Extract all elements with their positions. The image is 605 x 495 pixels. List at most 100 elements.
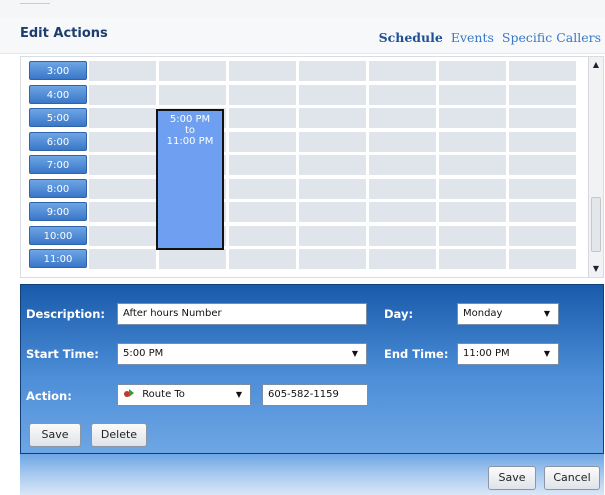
time-slot-cell[interactable] bbox=[229, 249, 297, 269]
time-slot-cell[interactable] bbox=[89, 131, 157, 152]
time-slot-cell[interactable] bbox=[509, 155, 577, 175]
scroll-up-arrow-icon[interactable]: ▲ bbox=[591, 60, 601, 70]
time-slot-cell[interactable] bbox=[439, 84, 507, 105]
day-label: Day: bbox=[384, 307, 414, 321]
time-slot-cell[interactable] bbox=[439, 249, 507, 269]
time-slot-cell[interactable] bbox=[299, 249, 367, 269]
tab-bar: Schedule Events Specific Callers bbox=[379, 30, 601, 45]
time-slot-cell[interactable] bbox=[89, 155, 157, 175]
dialog-footer: Save Cancel bbox=[20, 454, 604, 495]
dialog-save-button[interactable]: Save bbox=[488, 466, 536, 490]
time-slot-cell[interactable] bbox=[369, 178, 437, 199]
time-slot-cell[interactable] bbox=[229, 178, 297, 199]
start-time-value: 5:00 PM bbox=[123, 348, 164, 359]
event-end-time: 11:00 PM bbox=[166, 136, 214, 147]
time-slot-cell[interactable] bbox=[439, 202, 507, 222]
time-slot-cell[interactable] bbox=[229, 108, 297, 128]
time-row: 10:00 bbox=[25, 225, 587, 246]
action-select[interactable]: Route To ▼ bbox=[117, 384, 251, 406]
time-slot-cell[interactable] bbox=[299, 225, 367, 246]
time-slot-cell[interactable] bbox=[299, 155, 367, 175]
time-slot-cell[interactable] bbox=[369, 155, 437, 175]
end-time-select[interactable]: 11:00 PM ▼ bbox=[457, 343, 559, 365]
time-slot-cell[interactable] bbox=[229, 84, 297, 105]
time-slot-cell[interactable] bbox=[509, 178, 577, 199]
time-slot-cell[interactable] bbox=[439, 108, 507, 128]
time-slot-cell[interactable] bbox=[439, 131, 507, 152]
phone-number-input[interactable]: 605-582-1159 bbox=[262, 384, 368, 406]
time-slot-cell[interactable] bbox=[299, 178, 367, 199]
tab-schedule[interactable]: Schedule bbox=[379, 30, 443, 45]
time-slot-cell[interactable] bbox=[369, 225, 437, 246]
tab-specific-callers[interactable]: Specific Callers bbox=[502, 30, 601, 45]
chevron-down-icon: ▼ bbox=[543, 349, 550, 358]
description-input[interactable]: After hours Number bbox=[117, 303, 367, 325]
time-slot-cell[interactable] bbox=[509, 225, 577, 246]
time-slot-cell[interactable] bbox=[89, 108, 157, 128]
day-select-value: Monday bbox=[463, 308, 503, 319]
time-row: 4:00 bbox=[25, 84, 587, 105]
time-slot-cell[interactable] bbox=[299, 84, 367, 105]
delete-button[interactable]: Delete bbox=[91, 423, 147, 447]
scroll-down-arrow-icon[interactable]: ▼ bbox=[591, 264, 601, 274]
time-slot-cell[interactable] bbox=[159, 249, 227, 269]
time-slot-cell[interactable] bbox=[89, 249, 157, 269]
time-slot-cell[interactable] bbox=[509, 249, 577, 269]
time-slot-cell[interactable] bbox=[369, 84, 437, 105]
time-slot-cell[interactable] bbox=[299, 61, 367, 81]
time-slot-cell[interactable] bbox=[439, 155, 507, 175]
time-label: 4:00 bbox=[29, 84, 87, 104]
schedule-grid: 3:00 4:00 5:00 6:00 7:00 8:00 9:00 10:00 11:00 5… bbox=[20, 56, 604, 278]
time-label: 8:00 bbox=[29, 178, 87, 198]
time-slot-cell[interactable] bbox=[369, 61, 437, 81]
schedule-event-block[interactable]: 5:00 PM to 11:00 PM bbox=[156, 109, 224, 250]
chevron-down-icon: ▼ bbox=[235, 390, 242, 399]
time-slot-cell[interactable] bbox=[229, 202, 297, 222]
time-slot-cell[interactable] bbox=[439, 61, 507, 81]
time-slot-cell[interactable] bbox=[229, 131, 297, 152]
time-slot-cell[interactable] bbox=[509, 108, 577, 128]
time-slot-cell[interactable] bbox=[299, 131, 367, 152]
description-label: Description: bbox=[26, 307, 105, 321]
time-slot-cell[interactable] bbox=[229, 61, 297, 81]
time-slot-cell[interactable] bbox=[439, 178, 507, 199]
time-slot-cell[interactable] bbox=[89, 84, 157, 105]
time-row: 11:00 bbox=[25, 248, 587, 269]
time-slot-cell[interactable] bbox=[369, 249, 437, 269]
action-select-value: Route To bbox=[142, 389, 185, 400]
action-label: Action: bbox=[26, 389, 72, 403]
time-slot-cell[interactable] bbox=[369, 202, 437, 222]
time-slot-cell[interactable] bbox=[369, 131, 437, 152]
dialog-cancel-button[interactable]: Cancel bbox=[544, 466, 600, 490]
vertical-scrollbar[interactable]: ▲ ▼ bbox=[588, 57, 603, 277]
form-save-button[interactable]: Save bbox=[29, 423, 81, 447]
scroll-thumb[interactable] bbox=[591, 197, 601, 252]
route-to-icon bbox=[124, 389, 134, 397]
time-label: 5:00 bbox=[29, 108, 87, 127]
time-slot-cell[interactable] bbox=[89, 225, 157, 246]
time-slot-cell[interactable] bbox=[439, 225, 507, 246]
time-slot-cell[interactable] bbox=[159, 84, 227, 105]
day-select[interactable]: Monday ▼ bbox=[457, 303, 559, 325]
time-label: 3:00 bbox=[29, 61, 87, 80]
time-label: 11:00 bbox=[29, 249, 87, 268]
time-slot-cell[interactable] bbox=[369, 108, 437, 128]
time-label: 7:00 bbox=[29, 155, 87, 174]
time-slot-cell[interactable] bbox=[159, 61, 227, 81]
time-slot-cell[interactable] bbox=[509, 84, 577, 105]
event-connector: to bbox=[184, 125, 196, 136]
time-slot-cell[interactable] bbox=[509, 131, 577, 152]
time-slot-cell[interactable] bbox=[229, 155, 297, 175]
tab-events[interactable]: Events bbox=[451, 30, 494, 45]
time-slot-cell[interactable] bbox=[89, 61, 157, 81]
dialog-title: Edit Actions bbox=[20, 26, 108, 41]
start-time-select[interactable]: 5:00 PM ▼ bbox=[117, 343, 367, 365]
time-label: 6:00 bbox=[29, 131, 87, 151]
time-slot-cell[interactable] bbox=[299, 108, 367, 128]
time-slot-cell[interactable] bbox=[89, 202, 157, 222]
time-slot-cell[interactable] bbox=[89, 178, 157, 199]
time-slot-cell[interactable] bbox=[299, 202, 367, 222]
time-slot-cell[interactable] bbox=[509, 61, 577, 81]
time-slot-cell[interactable] bbox=[229, 225, 297, 246]
time-slot-cell[interactable] bbox=[509, 202, 577, 222]
